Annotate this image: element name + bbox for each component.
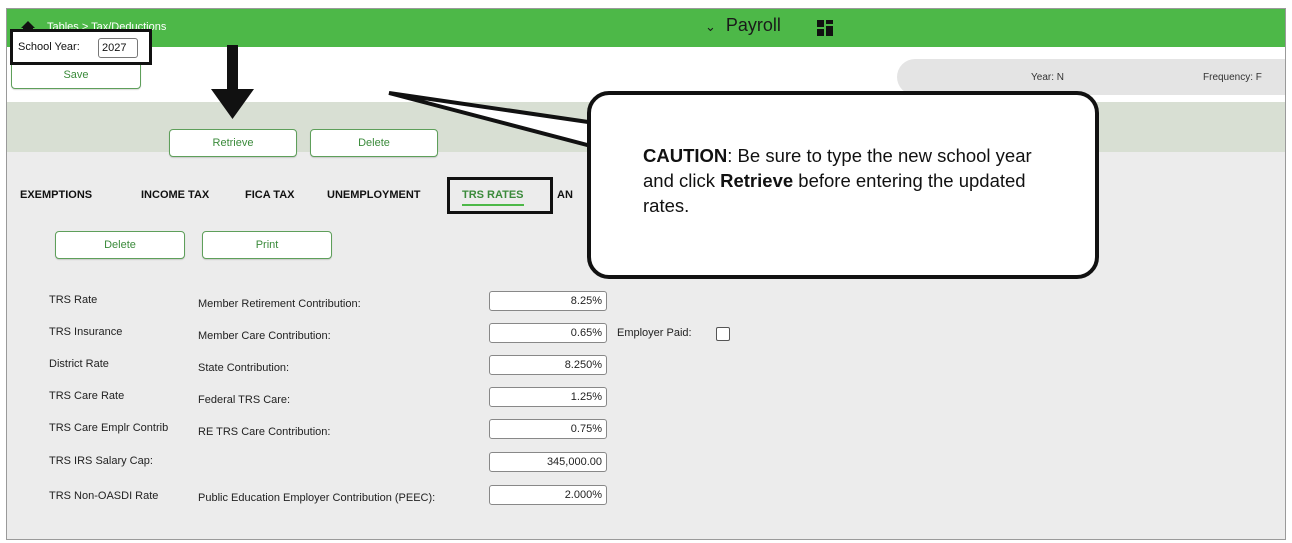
module-selector[interactable]: ⌄ Payroll <box>705 15 781 36</box>
trs-non-oasdi-label: TRS Non-OASDI Rate <box>49 490 159 502</box>
school-year-input[interactable]: 2027 <box>98 38 138 58</box>
employer-paid-label: Employer Paid: <box>617 327 692 339</box>
tab-income-tax[interactable]: INCOME TAX <box>141 189 209 201</box>
trs-irs-salary-cap-label: TRS IRS Salary Cap: <box>49 455 153 467</box>
tab-annuity[interactable]: AN <box>557 189 573 201</box>
tab-exemptions[interactable]: EXEMPTIONS <box>20 189 92 201</box>
info-frequency: Frequency: F <box>1203 72 1262 83</box>
delete-year-button[interactable]: Delete <box>310 129 438 157</box>
tab-fica-tax[interactable]: FICA TAX <box>245 189 295 201</box>
module-name: Payroll <box>725 15 781 35</box>
re-trs-care-label: RE TRS Care Contribution: <box>198 426 331 438</box>
caution-word: CAUTION <box>643 145 728 166</box>
member-retirement-label: Member Retirement Contribution: <box>198 298 361 310</box>
federal-trs-care-field[interactable]: 1.25% <box>489 387 607 407</box>
chevron-down-icon: ⌄ <box>705 19 716 34</box>
save-button[interactable]: Save <box>11 61 141 89</box>
member-retirement-field[interactable]: 8.25% <box>489 291 607 311</box>
trs-care-emplr-label: TRS Care Emplr Contrib <box>49 422 169 434</box>
print-button[interactable]: Print <box>202 231 332 259</box>
info-year: Year: N <box>1031 72 1064 83</box>
retrieve-button[interactable]: Retrieve <box>169 129 297 157</box>
school-year-field: School Year: 2027 <box>10 29 152 65</box>
member-care-label: Member Care Contribution: <box>198 330 331 342</box>
peec-field[interactable]: 2.000% <box>489 485 607 505</box>
re-trs-care-field[interactable]: 0.75% <box>489 419 607 439</box>
delete-button[interactable]: Delete <box>55 231 185 259</box>
federal-trs-care-label: Federal TRS Care: <box>198 394 291 406</box>
school-year-label: School Year: <box>18 41 80 53</box>
district-rate-label: District Rate <box>49 358 109 370</box>
caution-callout: CAUTION: Be sure to type the new school … <box>587 91 1099 279</box>
state-contribution-field[interactable]: 8.250% <box>489 355 607 375</box>
state-contribution-label: State Contribution: <box>198 362 290 374</box>
employer-paid-checkbox[interactable] <box>716 327 730 341</box>
peec-label: Public Education Employer Contribution (… <box>198 492 436 504</box>
caution-text: CAUTION: Be sure to type the new school … <box>643 143 1063 218</box>
info-bar: Year: N Frequency: F <box>897 59 1285 95</box>
tab-unemployment[interactable]: UNEMPLOYMENT <box>327 189 421 201</box>
module-grid-icon[interactable] <box>817 20 833 36</box>
trs-care-rate-label: TRS Care Rate <box>49 390 125 402</box>
trs-irs-salary-cap-field[interactable]: 345,000.00 <box>489 452 607 472</box>
top-bar: Tables > Tax/Deductions ⌄ Payroll <box>7 9 1285 47</box>
retrieve-word: Retrieve <box>720 170 794 191</box>
member-care-field[interactable]: 0.65% <box>489 323 607 343</box>
app-frame: Tables > Tax/Deductions ⌄ Payroll Save Ye… <box>6 8 1286 540</box>
tab-highlight-box <box>447 177 553 214</box>
trs-rate-label: TRS Rate <box>49 294 98 306</box>
trs-insurance-label: TRS Insurance <box>49 326 123 338</box>
